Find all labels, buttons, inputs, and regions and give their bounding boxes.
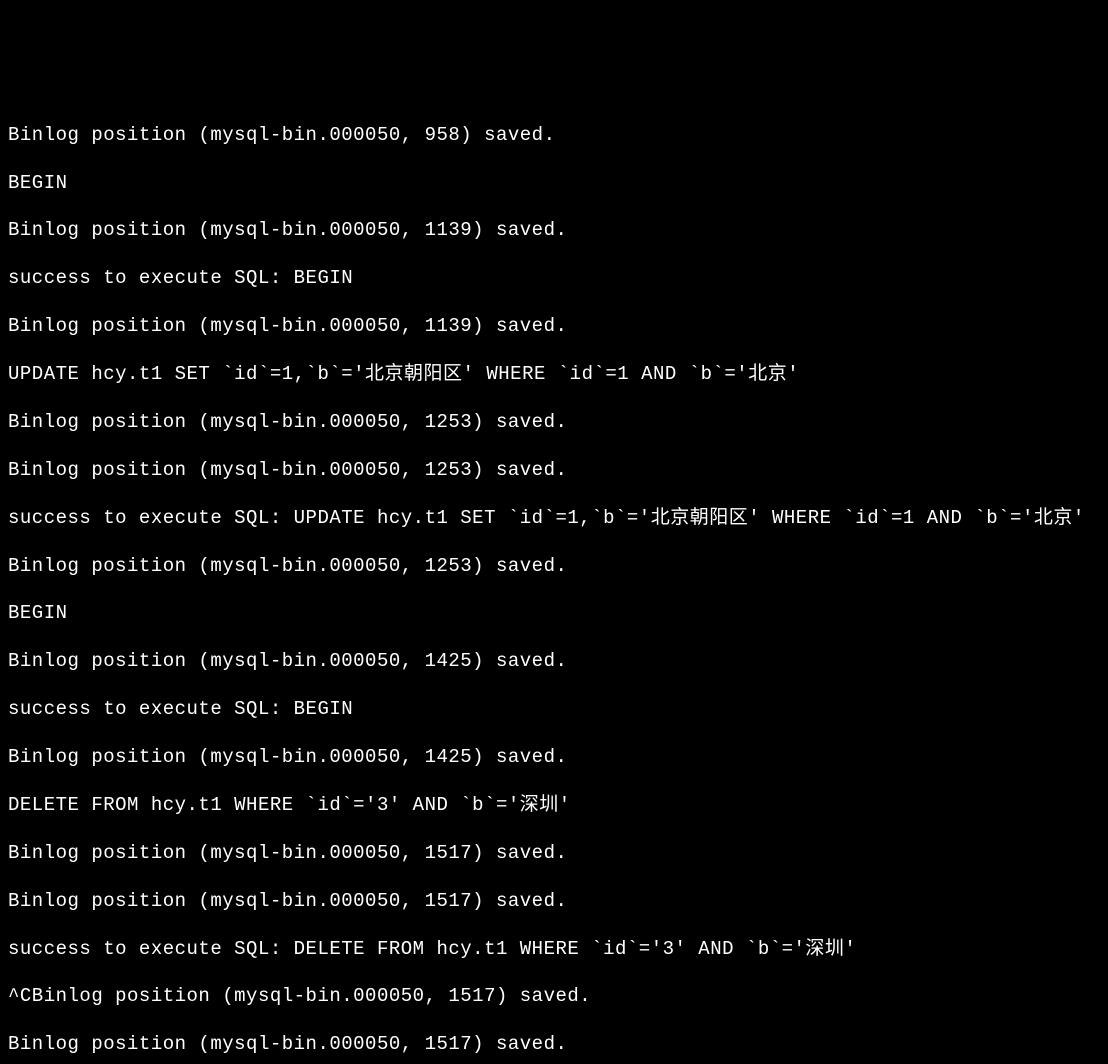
output-line: Binlog position (mysql-bin.000050, 1517)… bbox=[8, 1033, 1100, 1057]
output-line: UPDATE hcy.t1 SET `id`=1,`b`='北京朝阳区' WHE… bbox=[8, 363, 1100, 387]
output-line: BEGIN bbox=[8, 172, 1100, 196]
output-line: Binlog position (mysql-bin.000050, 1253)… bbox=[8, 555, 1100, 579]
output-line: Binlog position (mysql-bin.000050, 1517)… bbox=[8, 842, 1100, 866]
output-line: success to execute SQL: BEGIN bbox=[8, 267, 1100, 291]
output-line: success to execute SQL: UPDATE hcy.t1 SE… bbox=[8, 507, 1100, 531]
output-line: BEGIN bbox=[8, 602, 1100, 626]
output-line: Binlog position (mysql-bin.000050, 1425)… bbox=[8, 650, 1100, 674]
output-line: Binlog position (mysql-bin.000050, 958) … bbox=[8, 124, 1100, 148]
output-line: Binlog position (mysql-bin.000050, 1253)… bbox=[8, 459, 1100, 483]
output-line: Binlog position (mysql-bin.000050, 1253)… bbox=[8, 411, 1100, 435]
output-line: success to execute SQL: DELETE FROM hcy.… bbox=[8, 938, 1100, 962]
output-line: Binlog position (mysql-bin.000050, 1139)… bbox=[8, 219, 1100, 243]
output-line: Binlog position (mysql-bin.000050, 1425)… bbox=[8, 746, 1100, 770]
terminal-output: Binlog position (mysql-bin.000050, 958) … bbox=[8, 100, 1100, 1064]
output-line: ^CBinlog position (mysql-bin.000050, 151… bbox=[8, 985, 1100, 1009]
output-line: Binlog position (mysql-bin.000050, 1517)… bbox=[8, 890, 1100, 914]
output-line: success to execute SQL: BEGIN bbox=[8, 698, 1100, 722]
output-line: DELETE FROM hcy.t1 WHERE `id`='3' AND `b… bbox=[8, 794, 1100, 818]
output-line: Binlog position (mysql-bin.000050, 1139)… bbox=[8, 315, 1100, 339]
